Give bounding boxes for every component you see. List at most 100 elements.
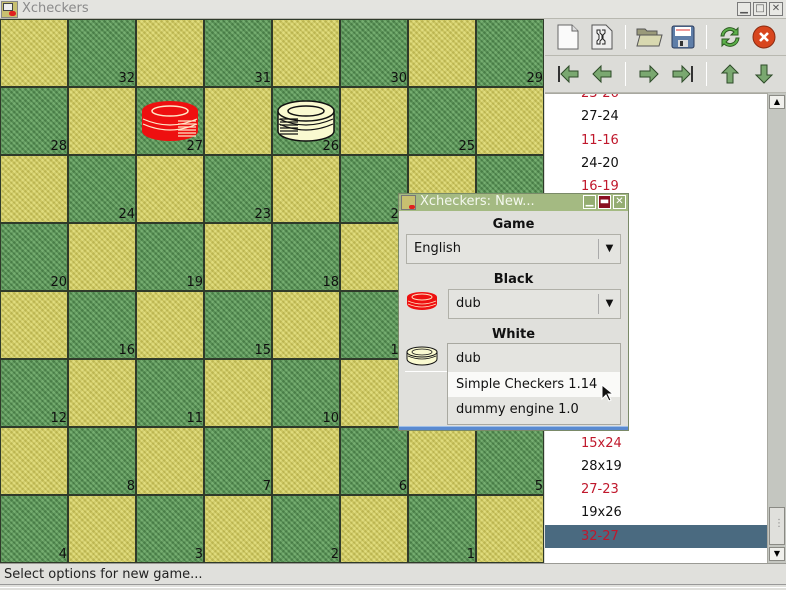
move-item[interactable]: 15x24 [545, 432, 767, 455]
new-game-button[interactable] [551, 20, 585, 54]
board-square-light [204, 223, 272, 291]
board-square-19[interactable]: 19 [136, 223, 204, 291]
game-select[interactable]: English ▼ [406, 234, 621, 264]
next-move-button[interactable] [632, 57, 666, 91]
move-down-button[interactable] [747, 57, 781, 91]
dialog-titlebar: Xcheckers: New... ▁ ▬ ✕ [399, 194, 628, 211]
move-item-selected[interactable]: 32-27 [545, 524, 767, 548]
move-item[interactable]: 24-20 [545, 152, 767, 175]
save-button[interactable] [666, 20, 700, 54]
open-button[interactable] [632, 20, 666, 54]
square-number: 30 [390, 71, 407, 86]
move-item[interactable]: 23-26 [545, 94, 767, 105]
window-titlebar: Xcheckers ▁ □ ✕ [0, 0, 786, 19]
board-square-1[interactable]: 1 [408, 495, 476, 563]
dialog-app-icon [401, 195, 416, 210]
white-king-piece[interactable] [276, 99, 336, 143]
board-square-15[interactable]: 15 [204, 291, 272, 359]
scrollbar-thumb[interactable] [769, 507, 785, 545]
board-square-11[interactable]: 11 [136, 359, 204, 427]
board-square-7[interactable]: 7 [204, 427, 272, 495]
board-square-2[interactable]: 2 [272, 495, 340, 563]
board-square-31[interactable]: 31 [204, 19, 272, 87]
square-number: 32 [118, 71, 135, 86]
game-label: Game [492, 217, 535, 232]
toolbar-file [545, 19, 786, 56]
square-number: 11 [186, 411, 203, 426]
minimize-button[interactable]: ▁ [737, 2, 751, 16]
black-player-select[interactable]: dub ▼ [448, 289, 621, 319]
square-number: 3 [194, 547, 203, 562]
previous-move-button[interactable] [585, 57, 619, 91]
square-number: 10 [322, 411, 339, 426]
board-square-32[interactable]: 32 [68, 19, 136, 87]
close-button[interactable]: ✕ [769, 2, 783, 16]
board-square-10[interactable]: 10 [272, 359, 340, 427]
move-list-scrollbar[interactable]: ▲ ▼ [767, 93, 786, 563]
refresh-icon [720, 26, 740, 48]
scroll-down-button[interactable]: ▼ [769, 547, 785, 561]
settings-document-icon [591, 24, 613, 50]
board-square-18[interactable]: 18 [272, 223, 340, 291]
first-move-button[interactable] [551, 57, 585, 91]
square-number: 24 [118, 207, 135, 222]
board-square-6[interactable]: 6 [340, 427, 408, 495]
folder-open-icon [636, 28, 663, 47]
arrow-down-icon [754, 64, 774, 84]
arrow-left-icon [592, 64, 612, 84]
move-up-button[interactable] [713, 57, 747, 91]
move-item[interactable]: 27-24 [545, 105, 767, 128]
maximize-button[interactable]: □ [753, 2, 767, 16]
white-player-option[interactable]: dub [448, 346, 620, 371]
board-square-light [0, 155, 68, 223]
move-item[interactable]: 28x19 [545, 455, 767, 478]
dialog-minimize-button[interactable]: ▁ [583, 195, 596, 209]
white-player-option[interactable]: dummy engine 1.0 [448, 397, 620, 422]
square-number: 12 [50, 411, 67, 426]
skip-back-icon [558, 64, 579, 84]
last-move-button[interactable] [666, 57, 700, 91]
scroll-up-button[interactable]: ▲ [769, 95, 785, 109]
move-item[interactable]: 11-16 [545, 129, 767, 152]
move-item[interactable]: 27-23 [545, 478, 767, 501]
board-square-light [340, 495, 408, 563]
board-square-20[interactable]: 20 [0, 223, 68, 291]
board-square-light [136, 427, 204, 495]
board-square-23[interactable]: 23 [204, 155, 272, 223]
dialog-maximize-button[interactable]: ▬ [598, 195, 611, 209]
square-number: 15 [254, 343, 271, 358]
move-item[interactable]: 19x26 [545, 501, 767, 524]
stop-button[interactable] [747, 20, 781, 54]
app-icon [1, 1, 18, 18]
white-player-dropdown[interactable]: dub Simple Checkers 1.14 dummy engine 1.… [447, 343, 621, 425]
board-square-5[interactable]: 5 [476, 427, 544, 495]
board-square-light [136, 19, 204, 87]
board-square-light [0, 291, 68, 359]
board-square-30[interactable]: 30 [340, 19, 408, 87]
board-square-28[interactable]: 28 [0, 87, 68, 155]
board-square-16[interactable]: 16 [68, 291, 136, 359]
board-square-4[interactable]: 4 [0, 495, 68, 563]
window-title: Xcheckers [22, 1, 89, 16]
square-number: 23 [254, 207, 271, 222]
white-player-option[interactable]: Simple Checkers 1.14 [448, 372, 620, 397]
board-square-8[interactable]: 8 [68, 427, 136, 495]
board-square-12[interactable]: 12 [0, 359, 68, 427]
arrow-right-icon [639, 64, 659, 84]
refresh-button[interactable] [713, 20, 747, 54]
board-square-light [408, 427, 476, 495]
board-square-25[interactable]: 25 [408, 87, 476, 155]
board-square-light [68, 87, 136, 155]
board-square-3[interactable]: 3 [136, 495, 204, 563]
board-square-24[interactable]: 24 [68, 155, 136, 223]
square-number: 18 [322, 275, 339, 290]
board-square-29[interactable]: 29 [476, 19, 544, 87]
board-square-light [340, 87, 408, 155]
white-piece-icon [406, 346, 438, 366]
red-king-piece[interactable] [140, 99, 200, 143]
board-square-light [272, 427, 340, 495]
status-text: Select options for new game... [4, 567, 203, 582]
board-square-light [476, 495, 544, 563]
engine-settings-button[interactable] [585, 20, 619, 54]
dialog-close-button[interactable]: ✕ [613, 195, 626, 209]
